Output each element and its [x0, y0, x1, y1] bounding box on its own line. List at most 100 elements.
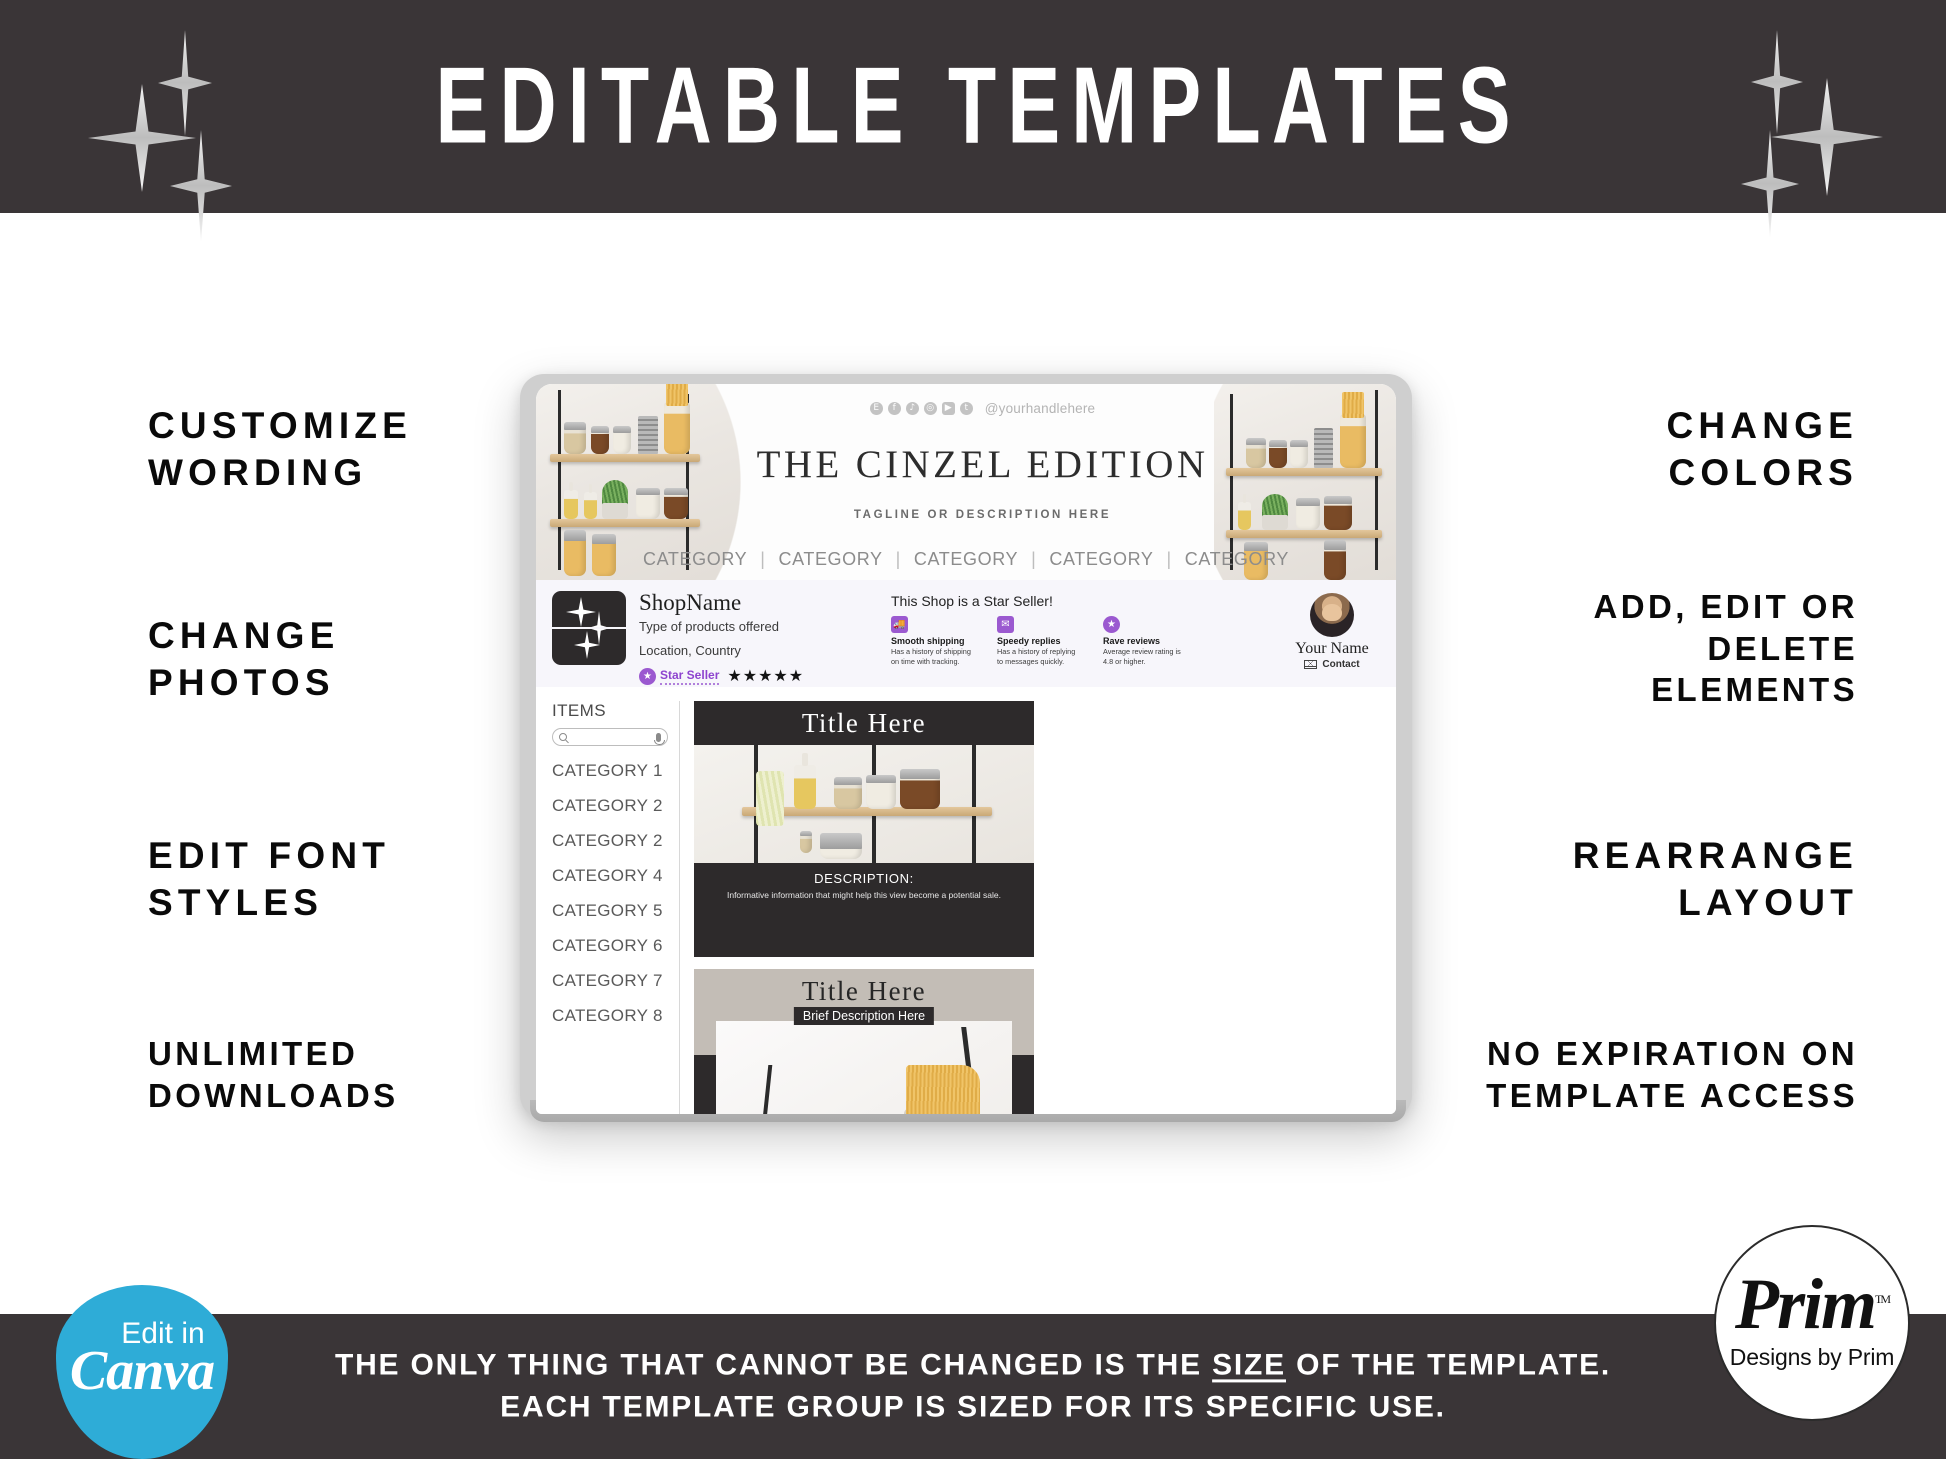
footer-bar: THE ONLY THING THAT CANNOT BE CHANGED IS…: [0, 1314, 1946, 1459]
sidebar-item-category-7[interactable]: CATEGORY 7: [552, 971, 679, 991]
feature-line: DOWNLOADS: [148, 1076, 399, 1114]
mockup-body: ITEMS CATEGORY 1 CATEGORY 2 CATEGORY 2 C…: [536, 687, 1396, 1114]
social-handle: @yourhandlehere: [984, 401, 1096, 416]
shop-location: Location, Country: [639, 643, 741, 659]
product-card-1[interactable]: Title Here DESCRIPTION: Informative info…: [694, 701, 1034, 957]
card-description: DESCRIPTION: Informative information tha…: [694, 863, 1034, 900]
poster-root: EDITABLE TEMPLATES CUSTOMIZE WORDING CHA…: [0, 0, 1946, 1459]
sidebar-item-category-6[interactable]: CATEGORY 6: [552, 936, 679, 956]
feature-change-photos: CHANGE PHOTOS: [148, 613, 340, 706]
facebook-icon[interactable]: f: [887, 402, 901, 415]
shop-banner: E f ♪ ◎ ▶ t @yourhandlehere THE CINZEL E…: [536, 384, 1396, 580]
card-photo: [716, 1021, 1012, 1114]
product-grid: Title Here DESCRIPTION: Informative info…: [680, 701, 1396, 1114]
card-chip: Brief Description Here: [793, 1007, 935, 1025]
shop-tagline: TAGLINE OR DESCRIPTION HERE: [853, 509, 1112, 521]
feature-line: ADD, EDIT OR: [1593, 588, 1858, 625]
owner-block: Your Name Contact: [1284, 591, 1380, 670]
sidebar-item-category-8[interactable]: CATEGORY 8: [552, 1006, 679, 1026]
feature-line: ELEMENTS: [1651, 671, 1858, 709]
star-badge-icon: ★: [639, 667, 656, 685]
feature-line: TEMPLATE ACCESS: [1486, 1076, 1858, 1114]
footer-note: THE ONLY THING THAT CANNOT BE CHANGED IS…: [250, 1344, 1696, 1429]
truck-icon: 🚚: [891, 616, 908, 633]
sidebar-item-category-4[interactable]: CATEGORY 4: [552, 866, 679, 886]
star-seller-label: Star Seller: [660, 668, 720, 685]
feature-line: CHANGE: [148, 615, 340, 656]
banner-category[interactable]: CATEGORY: [901, 549, 1031, 570]
owner-name: Your Name: [1295, 640, 1369, 657]
perk-rave-reviews: ★ Rave reviews Average review rating is …: [1103, 616, 1187, 667]
card-title: Title Here: [801, 976, 927, 1006]
feature-line: DELETE: [1707, 629, 1858, 667]
perk-desc: Average review rating is 4.8 or higher.: [1103, 647, 1181, 666]
feature-edit-font-styles: EDIT FONT STYLES: [148, 833, 390, 926]
feature-line: REARRANGE: [1572, 835, 1858, 876]
banner-category[interactable]: CATEGORY: [765, 549, 895, 570]
shop-title: THE CINZEL EDITION: [756, 443, 1209, 486]
feature-line: STYLES: [148, 881, 324, 923]
etsy-icon[interactable]: E: [869, 402, 883, 415]
feature-unlimited-downloads: UNLIMITED DOWNLOADS: [148, 1033, 399, 1116]
header-banner: EDITABLE TEMPLATES: [0, 0, 1946, 242]
feature-line: WORDING: [148, 451, 368, 493]
twitter-icon[interactable]: t: [959, 402, 973, 415]
feature-line: EDIT FONT: [148, 835, 391, 876]
avatar: [1310, 593, 1354, 637]
feature-change-colors: CHANGE COLORS: [1666, 403, 1858, 496]
sparkle-icon-right: [1681, 20, 1891, 238]
sidebar-item-category-1[interactable]: CATEGORY 1: [552, 761, 679, 781]
prim-wordmark: PrimTM: [1734, 1263, 1891, 1344]
sparkle-icon-left: [70, 22, 270, 242]
rating-row: ★ Star Seller ★★★★★: [639, 666, 839, 686]
star-rating: ★★★★★: [727, 668, 805, 686]
prim-logo: PrimTM Designs by Prim: [1714, 1225, 1910, 1421]
envelope-icon: [1304, 660, 1318, 669]
star-seller-badge: ★ Star Seller: [639, 667, 720, 685]
star-circle-icon: ★: [1103, 616, 1120, 633]
feature-line: CUSTOMIZE: [148, 405, 413, 446]
banner-category[interactable]: CATEGORY: [1172, 549, 1302, 570]
page-title: EDITABLE TEMPLATES: [435, 45, 1522, 167]
card-title: Title Here: [801, 708, 927, 738]
envelope-check-icon: ✉: [997, 616, 1014, 633]
shop-name: ShopName: [639, 590, 742, 615]
feature-customize-wording: CUSTOMIZE WORDING: [148, 403, 412, 496]
feature-line: LAYOUT: [1678, 881, 1858, 923]
shop-products: Type of products offered: [639, 619, 779, 635]
feature-line: UNLIMITED: [148, 1035, 359, 1072]
feature-rearrange-layout: REARRANGE LAYOUT: [1573, 833, 1858, 926]
card-photo: [694, 745, 1034, 863]
microphone-icon[interactable]: [654, 732, 665, 745]
star-seller-headline: This Shop is a Star Seller!: [891, 593, 1053, 609]
banner-category-nav[interactable]: CATEGORY | CATEGORY | CATEGORY | CATEGOR…: [536, 549, 1396, 570]
canva-wordmark: Canva: [69, 1340, 215, 1402]
items-sidebar: ITEMS CATEGORY 1 CATEGORY 2 CATEGORY 2 C…: [536, 701, 680, 1114]
feature-add-edit-delete-elements: ADD, EDIT OR DELETE ELEMENTS: [1594, 586, 1858, 711]
perk-desc: Has a history of shipping on time with t…: [891, 647, 971, 666]
instagram-icon[interactable]: ◎: [923, 402, 937, 415]
banner-category[interactable]: CATEGORY: [630, 549, 760, 570]
product-card-2[interactable]: Title Here Brief Description Here: [694, 969, 1034, 1114]
youtube-icon[interactable]: ▶: [941, 402, 955, 415]
footer-line-2: EACH TEMPLATE GROUP IS SIZED FOR ITS SPE…: [500, 1390, 1446, 1424]
footer-line-1: THE ONLY THING THAT CANNOT BE CHANGED IS…: [334, 1347, 1612, 1381]
banner-category[interactable]: CATEGORY: [1036, 549, 1166, 570]
card-desc-heading: DESCRIPTION:: [814, 871, 914, 886]
prim-tagline: Designs by Prim: [1729, 1344, 1895, 1371]
search-input[interactable]: [552, 728, 668, 746]
shop-info-bar: ShopName Type of products offered Locati…: [536, 580, 1396, 687]
card-desc-body: Informative information that might help …: [726, 890, 1002, 900]
sidebar-title: ITEMS: [552, 701, 606, 720]
sidebar-item-category-3[interactable]: CATEGORY 2: [552, 831, 679, 851]
feature-line: CHANGE: [1666, 405, 1858, 446]
tiktok-icon[interactable]: ♪: [905, 402, 919, 415]
shop-logo[interactable]: [552, 591, 626, 665]
sidebar-item-category-2[interactable]: CATEGORY 2: [552, 796, 679, 816]
star-seller-perks: This Shop is a Star Seller! 🚚 Smooth shi…: [891, 591, 1191, 667]
social-links[interactable]: E f ♪ ◎ ▶ t @yourhandlehere: [869, 401, 1096, 416]
perk-title: Smooth shipping: [891, 636, 965, 646]
sidebar-item-category-5[interactable]: CATEGORY 5: [552, 901, 679, 921]
perk-title: Rave reviews: [1103, 636, 1161, 646]
contact-link[interactable]: Contact: [1284, 659, 1380, 670]
